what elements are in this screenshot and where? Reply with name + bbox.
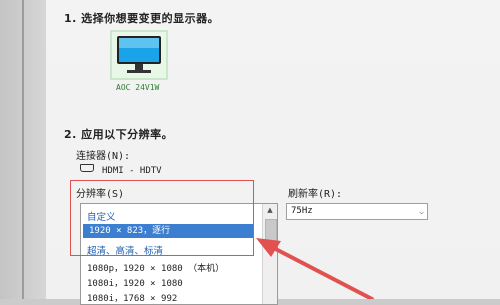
connector-value: HDMI - HDTV bbox=[80, 164, 162, 176]
refresh-rate-select[interactable]: 75Hz ⌵ bbox=[286, 203, 428, 220]
list-scrollbar[interactable]: ▲ bbox=[262, 204, 277, 304]
hdmi-icon bbox=[80, 164, 94, 172]
annotation-box bbox=[70, 180, 254, 256]
scroll-thumb[interactable] bbox=[265, 219, 277, 245]
step2-heading: 2. 应用以下分辨率。 bbox=[64, 128, 174, 141]
refresh-label: 刷新率(R): bbox=[288, 189, 343, 200]
list-item[interactable]: 1080i，1768 × 992 bbox=[87, 291, 177, 304]
divider-line bbox=[22, 0, 24, 299]
list-item[interactable]: 1080i，1920 × 1080 bbox=[87, 276, 183, 289]
left-side-strip bbox=[0, 0, 46, 299]
refresh-rate-value: 75Hz bbox=[291, 206, 313, 216]
connector-text: HDMI - HDTV bbox=[102, 166, 162, 176]
list-item[interactable]: 1080p，1920 × 1080 （本机） bbox=[87, 261, 224, 274]
scroll-up-icon[interactable]: ▲ bbox=[263, 204, 277, 217]
connector-label: 连接器(N): bbox=[76, 151, 131, 162]
monitor-icon[interactable] bbox=[110, 30, 168, 80]
monitor-name: AOC 24V1W bbox=[116, 83, 160, 92]
step1-heading: 1. 选择你想要变更的显示器。 bbox=[64, 12, 220, 25]
chevron-down-icon: ⌵ bbox=[419, 207, 424, 216]
